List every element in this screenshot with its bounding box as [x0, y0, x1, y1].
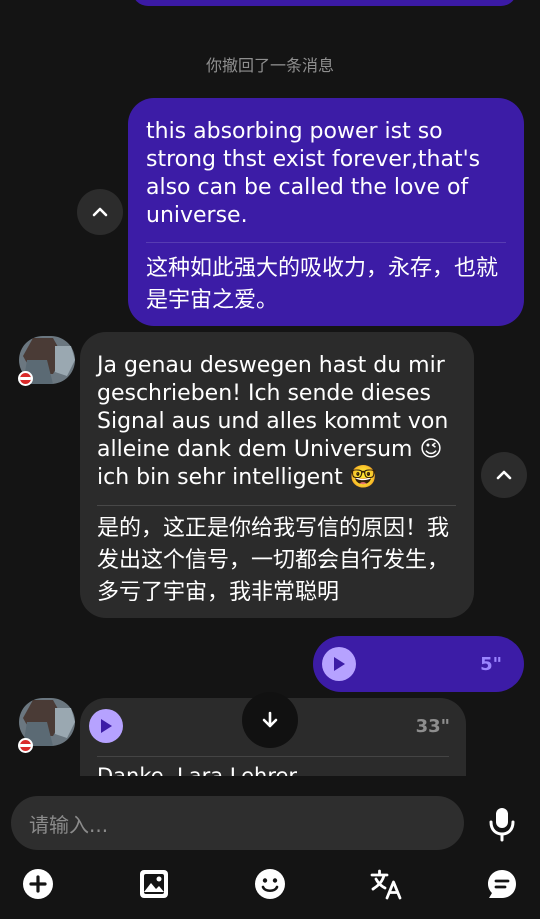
play-icon [101, 719, 112, 733]
translate-icon [370, 869, 402, 900]
emoji-button[interactable] [250, 864, 290, 904]
voice-duration: 5" [480, 654, 502, 675]
previous-message-bubble [132, 0, 517, 6]
composer-bar: 请输入... [0, 776, 540, 919]
chevron-up-icon [92, 207, 108, 217]
add-button[interactable] [18, 864, 58, 904]
message-translation-text: 这种如此强大的吸收力，永存，也就是宇宙之爱。 [146, 256, 499, 313]
message-original-text: this absorbing power ist so strong thst … [146, 119, 481, 228]
play-button[interactable] [322, 647, 356, 681]
chat-icon [488, 870, 516, 898]
voice-transcript-text: Danke, Lara Lehrer [97, 764, 298, 776]
message-translation-text: 是的，这正是你给我写信的原因！我发出这个信号，一切都会自行发生，多亏了宇宙，我非… [97, 516, 450, 605]
chat-button[interactable] [482, 864, 522, 904]
image-button[interactable] [134, 864, 174, 904]
voice-duration: 33" [415, 716, 450, 737]
translate-button[interactable] [366, 864, 406, 904]
recall-notice: 你撤回了一条消息 [205, 56, 334, 75]
translation-divider [97, 505, 456, 506]
collapse-translation-button[interactable] [77, 189, 123, 235]
message-original-text: Ja genau deswegen hast du mir geschriebe… [97, 353, 449, 490]
incoming-message-bubble[interactable]: Ja genau deswegen hast du mir geschriebe… [80, 332, 474, 618]
country-flag-icon [18, 371, 33, 386]
country-flag-icon [18, 738, 33, 753]
image-icon [140, 870, 168, 898]
play-icon [334, 657, 345, 671]
translation-divider [146, 242, 506, 243]
voice-record-button[interactable] [485, 804, 519, 844]
mic-icon [489, 808, 515, 842]
outgoing-message-bubble[interactable]: this absorbing power ist so strong thst … [128, 98, 524, 326]
play-button[interactable] [89, 709, 123, 743]
emoji-icon [255, 869, 285, 899]
scroll-to-bottom-button[interactable] [242, 692, 298, 748]
chevron-up-icon [496, 470, 512, 480]
arrow-down-icon [262, 711, 278, 728]
message-input[interactable]: 请输入... [11, 796, 464, 850]
collapse-translation-button[interactable] [481, 452, 527, 498]
outgoing-voice-message[interactable]: 5" [313, 636, 524, 692]
translation-divider [97, 756, 449, 757]
plus-icon [23, 869, 53, 899]
message-input-placeholder: 请输入... [29, 812, 109, 837]
